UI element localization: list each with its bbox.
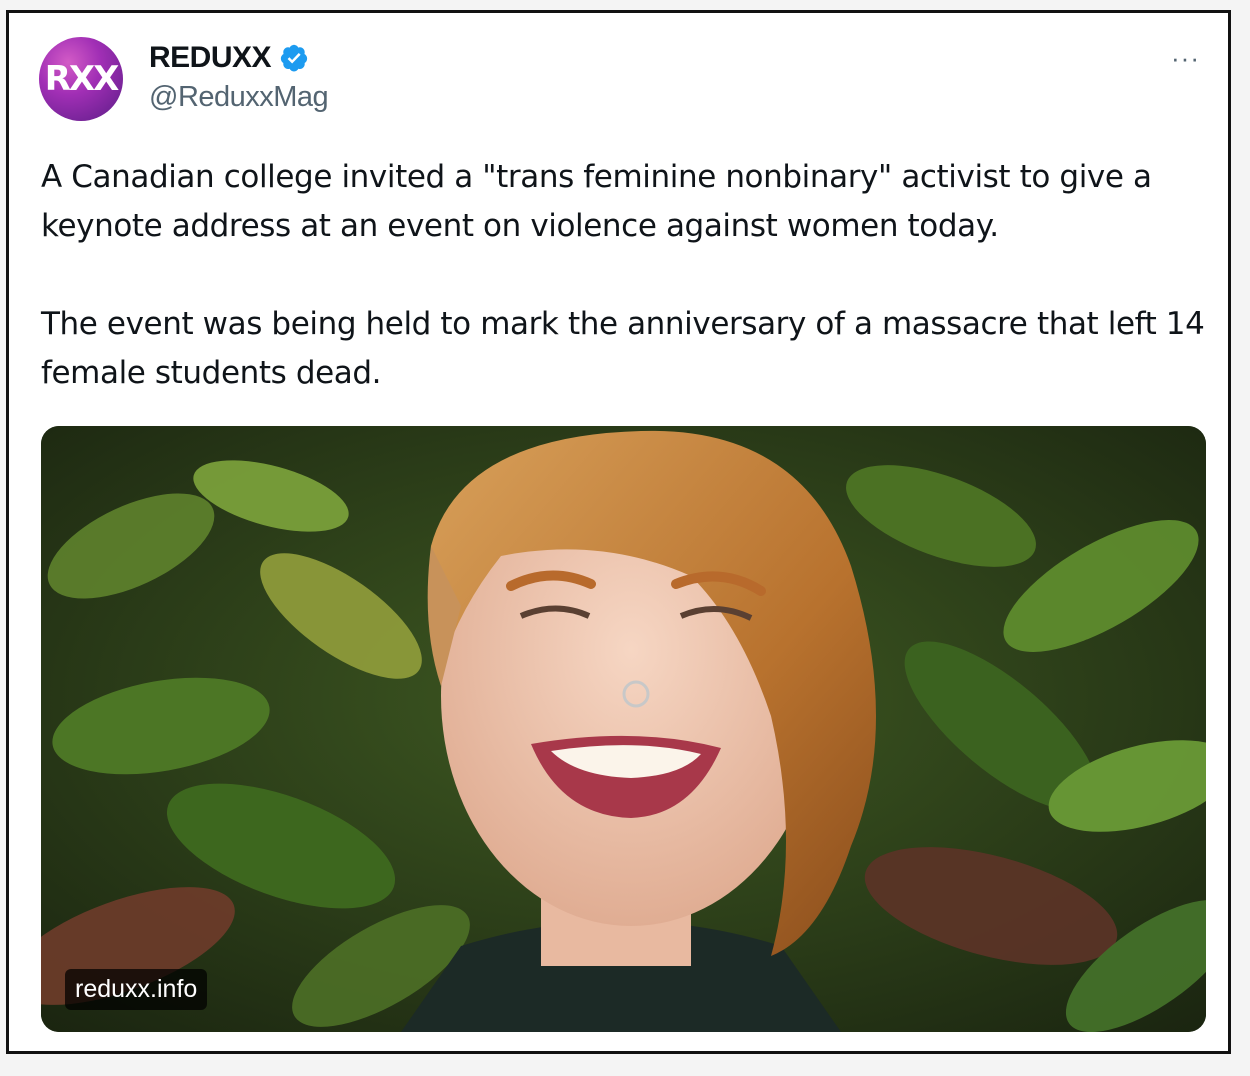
verified-badge-icon [280, 44, 308, 72]
author-handle[interactable]: @ReduxxMag [149, 81, 329, 114]
tweet-media-image[interactable]: reduxx.info [41, 426, 1206, 1032]
avatar-initials: RXX [44, 59, 120, 99]
tweet-paragraph: A Canadian college invited a "trans femi… [41, 159, 1152, 244]
portrait-photo [41, 426, 1206, 1032]
more-options-icon[interactable]: ··· [1171, 43, 1200, 74]
display-name[interactable]: REDUXX [149, 41, 272, 75]
avatar[interactable]: RXX [39, 37, 123, 121]
tweet-card: RXX REDUXX @ReduxxMag ··· A Canadian col… [6, 10, 1231, 1054]
media-source-label[interactable]: reduxx.info [65, 969, 208, 1010]
tweet-paragraph: The event was being held to mark the ann… [41, 306, 1205, 391]
tweet-text: A Canadian college invited a "trans femi… [41, 153, 1211, 398]
author-name-row: REDUXX [149, 41, 309, 75]
